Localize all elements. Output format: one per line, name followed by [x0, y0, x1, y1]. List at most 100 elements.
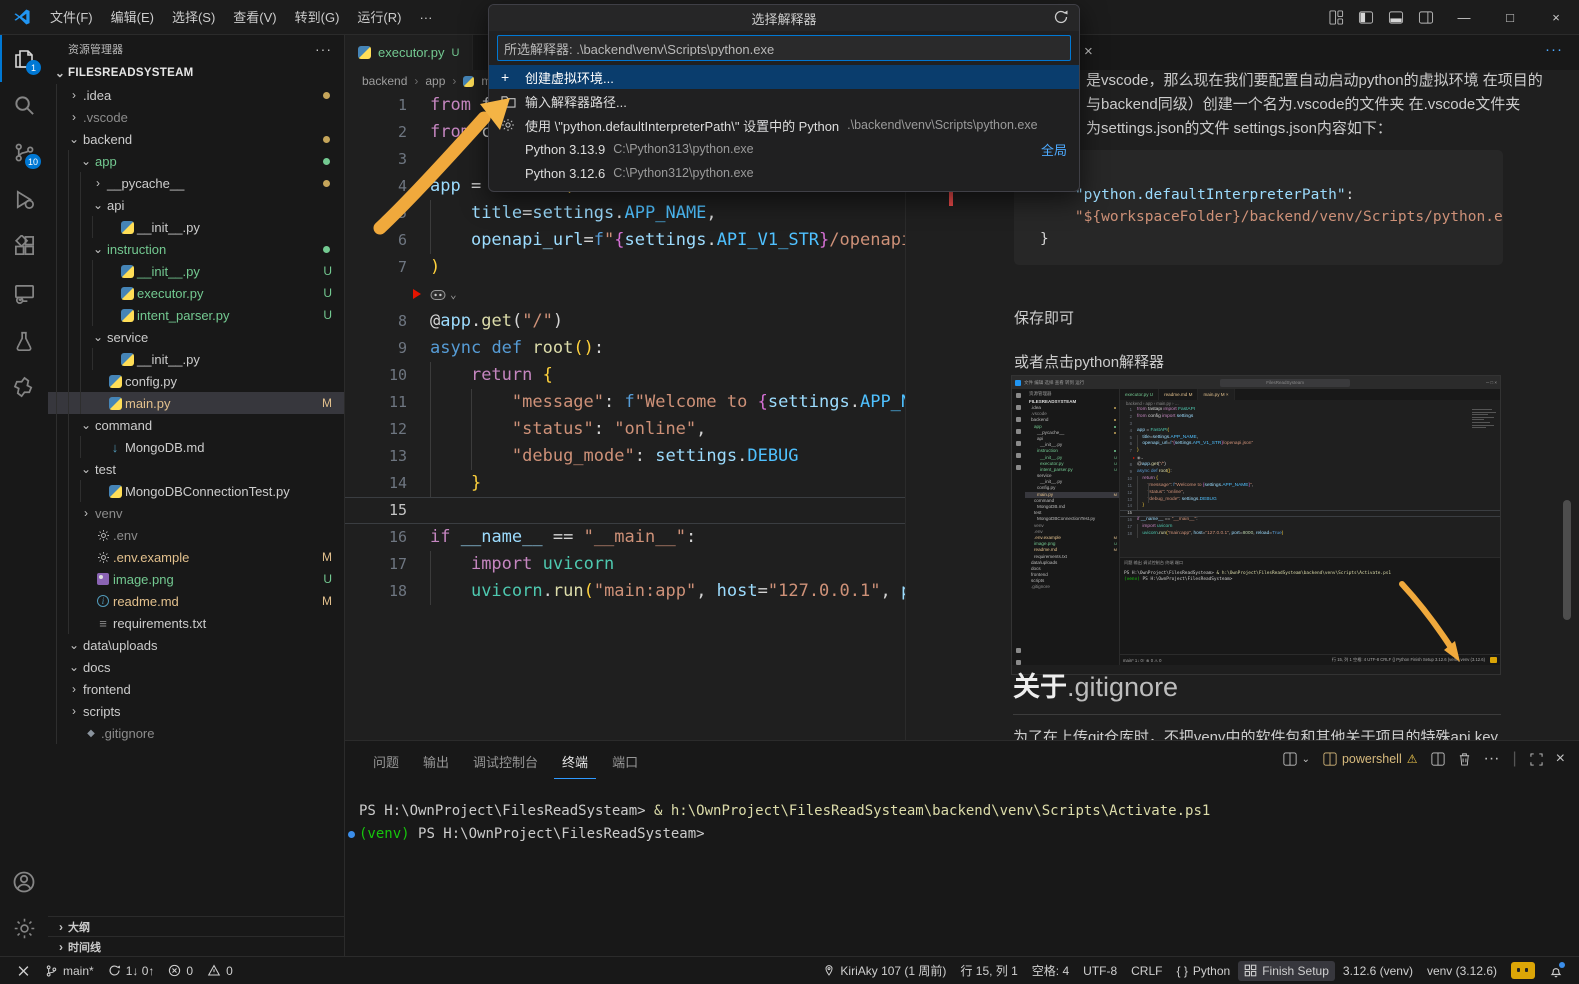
code-line[interactable]: 10 return { [345, 362, 905, 389]
quickpick-item[interactable]: Python 3.13.9C:\Python313\python.exe全局 [489, 137, 1079, 161]
tree-item[interactable]: ⌄service [48, 326, 344, 348]
status-item--15-1[interactable]: 行 15, 列 1 [954, 959, 1023, 982]
tab-executor-py[interactable]: executor.py U [345, 35, 473, 70]
tree-item[interactable]: ›.idea [48, 84, 344, 106]
status-item-1-0-[interactable]: 1↓ 0↑ [102, 961, 161, 981]
sidebar-more-icon[interactable]: ··· [315, 41, 332, 57]
menu-item-S[interactable]: 选择(S) [163, 7, 224, 28]
panel-tab-调试控制台[interactable]: 调试控制台 [465, 741, 546, 779]
status-item-bell[interactable] [1543, 961, 1569, 981]
tree-item[interactable]: ⌄command [48, 414, 344, 436]
remote-icon[interactable] [0, 270, 48, 317]
tree-item[interactable]: main.pyM [48, 392, 344, 414]
tree-item[interactable]: executor.pyU [48, 282, 344, 304]
scm-icon[interactable]: 10 [0, 129, 48, 176]
tree-item[interactable]: __init__.py [48, 348, 344, 370]
tree-item[interactable]: ›.vscode [48, 106, 344, 128]
code-line[interactable]: 5 title=settings.APP_NAME, [345, 200, 905, 227]
status-item-venv-3-12-6-[interactable]: venv (3.12.6) [1421, 961, 1503, 981]
tree-item[interactable]: ireadme.mdM [48, 590, 344, 612]
layout-customize-icon[interactable] [1321, 0, 1351, 35]
maximize-button[interactable]: □ [1487, 0, 1533, 35]
status-item-main-[interactable]: main* [39, 961, 100, 981]
tree-item[interactable]: __init__.py [48, 216, 344, 238]
split-terminal-icon[interactable] [1431, 752, 1445, 766]
panel-tab-端口[interactable]: 端口 [604, 741, 646, 779]
code-line[interactable]: 6 openapi_url=f"{settings.API_V1_STR}/op… [345, 227, 905, 254]
tree-item[interactable]: ⌄test [48, 458, 344, 480]
gear-icon[interactable] [0, 905, 48, 952]
status-item-copilot[interactable] [1505, 959, 1541, 982]
code-line[interactable]: 14 } [345, 470, 905, 497]
code-line[interactable]: 8@app.get("/") [345, 308, 905, 335]
toggle-panel-icon[interactable] [1381, 0, 1411, 35]
terminal-output[interactable]: PS H:\OwnProject\FilesReadSysteam> & h:\… [345, 800, 1579, 846]
status-item-Python[interactable]: { }Python [1170, 961, 1236, 981]
timeline-section[interactable]: ›时间线 [48, 936, 345, 956]
menu-item-[interactable]: ··· [410, 7, 441, 28]
status-item-3-12-6-venv-[interactable]: 3.12.6 (venv) [1337, 961, 1419, 981]
search-icon[interactable] [0, 82, 48, 129]
quickpick-item[interactable]: +创建虚拟环境... [489, 65, 1079, 89]
maximize-panel-icon[interactable] [1530, 753, 1543, 766]
tree-item[interactable]: ›frontend [48, 678, 344, 700]
interpreter-input[interactable] [498, 41, 1070, 56]
menu-item-F[interactable]: 文件(F) [41, 7, 102, 28]
code-line[interactable]: 7) [345, 254, 905, 281]
terminal-tab-powershell[interactable]: powershell⚠ [1323, 752, 1418, 766]
status-item--4[interactable]: 空格: 4 [1026, 959, 1075, 982]
tree-item[interactable]: config.py [48, 370, 344, 392]
code-line[interactable]: 15 [345, 497, 905, 524]
tree-item[interactable]: .env [48, 524, 344, 546]
code-line[interactable]: 18 uvicorn.run("main:app", host="127.0.0… [345, 578, 905, 605]
menu-item-E[interactable]: 编辑(E) [102, 7, 163, 28]
menu-item-G[interactable]: 转到(G) [286, 7, 349, 28]
quickpick-item[interactable]: 输入解释器路径... [489, 89, 1079, 113]
files-icon[interactable]: 1 [0, 35, 48, 82]
code-line[interactable]: 17 import uvicorn [345, 551, 905, 578]
status-item-0[interactable]: 0 [201, 961, 239, 981]
tree-item[interactable]: ›__pycache__ [48, 172, 344, 194]
code-line[interactable]: 13 "debug_mode": settings.DEBUG [345, 443, 905, 470]
minimize-button[interactable]: — [1441, 0, 1487, 35]
code-line[interactable]: 9async def root(): [345, 335, 905, 362]
status-item-CRLF[interactable]: CRLF [1125, 961, 1168, 981]
tree-item[interactable]: ⌄api [48, 194, 344, 216]
quickpick-item[interactable]: Python 3.12.6C:\Python312\python.exe [489, 161, 1079, 185]
tree-item[interactable]: __init__.pyU [48, 260, 344, 282]
refresh-icon[interactable] [1053, 9, 1069, 25]
status-item-0[interactable]: 0 [162, 961, 199, 981]
close-button[interactable]: × [1533, 0, 1579, 35]
tree-item[interactable]: ⌄app [48, 150, 344, 172]
toggle-sidebar-icon[interactable] [1351, 0, 1381, 35]
kill-terminal-icon[interactable] [1458, 752, 1471, 766]
tree-item[interactable]: ›venv [48, 502, 344, 524]
panel-tab-问题[interactable]: 问题 [365, 741, 407, 779]
panel-more-icon[interactable]: ··· [1484, 750, 1500, 768]
gitlens-icon[interactable] [0, 364, 48, 411]
tree-item[interactable]: ↓MongoDB.md [48, 436, 344, 458]
account-icon[interactable] [0, 858, 48, 905]
quickpick-item[interactable]: 使用 \"python.defaultInterpreterPath\" 设置中… [489, 113, 1079, 137]
status-item-Finish-Setup[interactable]: Finish Setup [1238, 961, 1335, 981]
scrollbar[interactable] [1563, 500, 1571, 620]
editor-actions-more-icon[interactable]: ··· [1545, 41, 1563, 58]
panel-tab-终端[interactable]: 终端 [554, 741, 596, 779]
tree-item[interactable]: ⌄data\uploads [48, 634, 344, 656]
tree-item[interactable]: ⌄docs [48, 656, 344, 678]
outline-section[interactable]: ›大纲 [48, 916, 345, 936]
code-line[interactable]: 11 "message": f"Welcome to {settings.APP… [345, 389, 905, 416]
tree-item[interactable]: image.pngU [48, 568, 344, 590]
tree-item[interactable]: intent_parser.pyU [48, 304, 344, 326]
tree-item[interactable]: ≡requirements.txt [48, 612, 344, 634]
tree-item[interactable]: ›scripts [48, 700, 344, 722]
tree-item[interactable]: MongoDBConnectionTest.py [48, 480, 344, 502]
close-panel-icon[interactable]: × [1556, 750, 1565, 768]
code-line[interactable]: 12 "status": "online", [345, 416, 905, 443]
close-tab-icon[interactable]: × [1084, 43, 1093, 60]
toggle-secondary-sidebar-icon[interactable] [1411, 0, 1441, 35]
tree-item[interactable]: ⌄instruction [48, 238, 344, 260]
status-item-UTF-8[interactable]: UTF-8 [1077, 961, 1123, 981]
tree-item[interactable]: .env.exampleM [48, 546, 344, 568]
status-item-KiriAky-107-1-[interactable]: KiriAky 107 (1 周前) [817, 959, 952, 982]
